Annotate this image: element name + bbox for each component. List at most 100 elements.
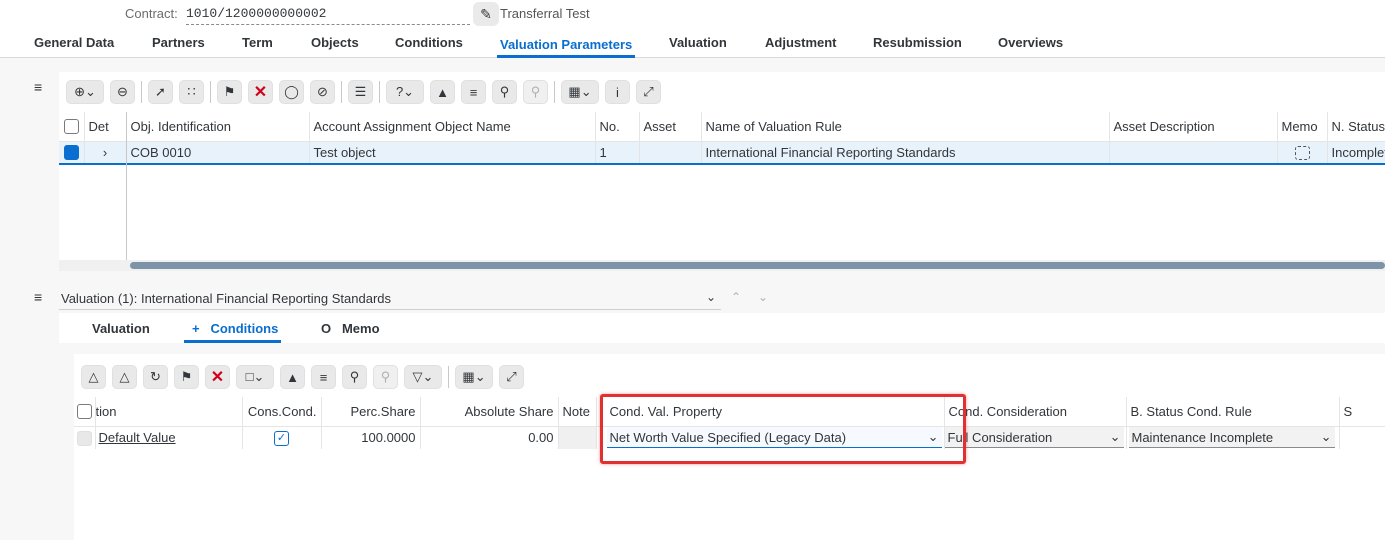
- condition-name-link[interactable]: Default Value: [95, 426, 243, 449]
- tree-expand-icon[interactable]: △: [81, 365, 106, 389]
- hierarchy-icon[interactable]: ☰: [348, 80, 373, 104]
- memo-icon[interactable]: [1277, 141, 1328, 165]
- tree-collapse-icon[interactable]: △: [112, 365, 137, 389]
- column-header[interactable]: tion: [95, 397, 243, 427]
- help-dropdown-icon[interactable]: ?⌄: [386, 80, 424, 104]
- chevron-down-icon[interactable]: ⌄: [1110, 429, 1121, 445]
- add-row-dropdown-icon[interactable]: ⊕⌄: [66, 80, 104, 104]
- tab-valuation[interactable]: Valuation: [669, 34, 727, 58]
- chevron-up-icon[interactable]: ⌃: [731, 290, 741, 304]
- column-header[interactable]: Cons.Cond.: [242, 397, 322, 427]
- toolbar-separator: [341, 81, 342, 103]
- tab-conditions[interactable]: Conditions: [395, 34, 463, 58]
- cons-cond-checkbox[interactable]: ✓: [242, 426, 322, 449]
- search-icon[interactable]: ⚲: [342, 365, 367, 389]
- fullscreen-icon[interactable]: ⤢: [636, 80, 661, 104]
- collapse-section-icon[interactable]: ≡: [34, 79, 42, 95]
- column-header[interactable]: Note: [558, 397, 597, 427]
- tab-resubmission[interactable]: Resubmission: [873, 34, 962, 58]
- delete-icon[interactable]: ✕: [205, 365, 230, 389]
- column-header[interactable]: Asset: [639, 112, 702, 142]
- table-row[interactable]: › COB 0010 Test object 1 International F…: [59, 141, 1385, 165]
- chevron-down-icon[interactable]: ⌄: [706, 290, 716, 304]
- cond-consideration-select[interactable]: Full Consideration ⌄: [944, 426, 1127, 449]
- flag-icon[interactable]: ⚑: [217, 80, 242, 104]
- column-header[interactable]: Name of Valuation Rule: [701, 112, 1110, 142]
- highlight-annotation-box: [600, 394, 966, 464]
- subtab-memo[interactable]: O Memo: [321, 321, 380, 336]
- collapse-section-icon[interactable]: ≡: [34, 289, 42, 305]
- column-header[interactable]: N. Status: [1327, 112, 1385, 142]
- fullscreen-icon[interactable]: ⤢: [499, 365, 524, 389]
- subtab-conditions[interactable]: + Conditions: [184, 321, 282, 343]
- search-next-icon[interactable]: ⚲: [373, 365, 398, 389]
- refresh-icon[interactable]: ↻: [143, 365, 168, 389]
- note-cell: [558, 426, 597, 449]
- column-header[interactable]: Asset Description: [1109, 112, 1278, 142]
- row-selector[interactable]: [74, 426, 96, 449]
- valuation-title: Valuation (1): International Financial R…: [61, 291, 392, 306]
- object-header: Contract: 1010/1200000000002 ✎ Transferr…: [0, 0, 1385, 58]
- table-settings-dropdown-icon[interactable]: ▦⌄: [561, 80, 599, 104]
- toolbar-separator: [448, 366, 449, 388]
- sort-ascending-icon[interactable]: ▲: [280, 365, 305, 389]
- search-icon[interactable]: ⚲: [492, 80, 517, 104]
- flag-icon[interactable]: ⚑: [174, 365, 199, 389]
- tab-valuation-parameters[interactable]: Valuation Parameters: [497, 34, 636, 58]
- unlink-icon[interactable]: ⊘: [310, 80, 335, 104]
- tab-term[interactable]: Term: [242, 34, 273, 58]
- column-header[interactable]: Det: [84, 112, 127, 142]
- tab-general-data[interactable]: General Data: [34, 34, 114, 58]
- expand-details-icon[interactable]: ›: [84, 141, 127, 165]
- asset-description-cell: [1109, 141, 1278, 165]
- sort-ascending-icon[interactable]: ▲: [430, 80, 455, 104]
- column-header[interactable]: Obj. Identification: [126, 112, 310, 142]
- tab-objects[interactable]: Objects: [311, 34, 359, 58]
- select-all-checkbox[interactable]: [74, 397, 96, 427]
- contract-number[interactable]: 1010/1200000000002: [186, 4, 470, 25]
- toolbar-separator: [210, 81, 211, 103]
- filter-icon[interactable]: ≡: [311, 365, 336, 389]
- column-header[interactable]: Memo: [1277, 112, 1328, 142]
- contract-description: Transferral Test: [500, 6, 590, 21]
- filter-dropdown-icon[interactable]: ▽⌄: [404, 365, 442, 389]
- obj-identification-cell: COB 0010: [126, 141, 310, 165]
- upper-toolbar: ⊕⌄ ⊖ ➚ ∷ ⚑ ✕ ◯ ⊘ ☰ ?⌄ ▲ ≡ ⚲ ⚲ ▦⌄ i ⤢: [66, 80, 667, 104]
- select-all-checkbox[interactable]: [59, 112, 85, 142]
- lock-icon[interactable]: ◯: [279, 80, 304, 104]
- wand-icon[interactable]: ➚: [148, 80, 173, 104]
- chevron-down-icon[interactable]: ⌄: [1321, 429, 1332, 445]
- chevron-down-icon[interactable]: ⌄: [758, 290, 768, 304]
- b-status-cond-rule-select[interactable]: Maintenance Incomplete ⌄: [1126, 426, 1340, 449]
- column-header[interactable]: No.: [595, 112, 640, 142]
- conditions-toolbar: △ △ ↻ ⚑ ✕ □⌄ ▲ ≡ ⚲ ⚲ ▽⌄ ▦⌄ ⤢: [81, 365, 530, 389]
- horizontal-scrollbar[interactable]: [130, 262, 1385, 269]
- column-header[interactable]: Absolute Share: [420, 397, 559, 427]
- delete-icon[interactable]: ✕: [248, 80, 273, 104]
- column-header[interactable]: B. Status Cond. Rule: [1126, 397, 1340, 427]
- edit-pencil-icon[interactable]: ✎: [473, 2, 499, 26]
- tab-partners[interactable]: Partners: [152, 34, 205, 58]
- column-header[interactable]: Account Assignment Object Name: [309, 112, 596, 142]
- column-header[interactable]: S: [1339, 397, 1385, 427]
- table-settings-dropdown-icon[interactable]: ▦⌄: [455, 365, 493, 389]
- subtab-valuation[interactable]: Valuation: [92, 321, 150, 336]
- toolbar-separator: [379, 81, 380, 103]
- objects-table-header: Det Obj. Identification Account Assignme…: [59, 112, 1385, 142]
- tab-adjustment[interactable]: Adjustment: [765, 34, 837, 58]
- contract-label: Contract:: [125, 6, 178, 21]
- grid-dots-icon[interactable]: ∷: [179, 80, 204, 104]
- condition-name[interactable]: Default Value: [99, 430, 176, 445]
- column-header[interactable]: Cond. Consideration: [944, 397, 1127, 427]
- search-next-icon[interactable]: ⚲: [523, 80, 548, 104]
- remove-row-icon[interactable]: ⊖: [110, 80, 135, 104]
- info-icon[interactable]: i: [605, 80, 630, 104]
- column-header[interactable]: Perc.Share: [321, 397, 421, 427]
- b-status-cond-rule-value: Maintenance Incomplete: [1131, 429, 1274, 445]
- subtab-prefix: +: [192, 321, 200, 336]
- subtab-prefix: O: [321, 321, 332, 336]
- copy-dropdown-icon[interactable]: □⌄: [236, 365, 274, 389]
- row-selector[interactable]: [59, 141, 85, 165]
- tab-overviews[interactable]: Overviews: [998, 34, 1063, 58]
- filter-icon[interactable]: ≡: [461, 80, 486, 104]
